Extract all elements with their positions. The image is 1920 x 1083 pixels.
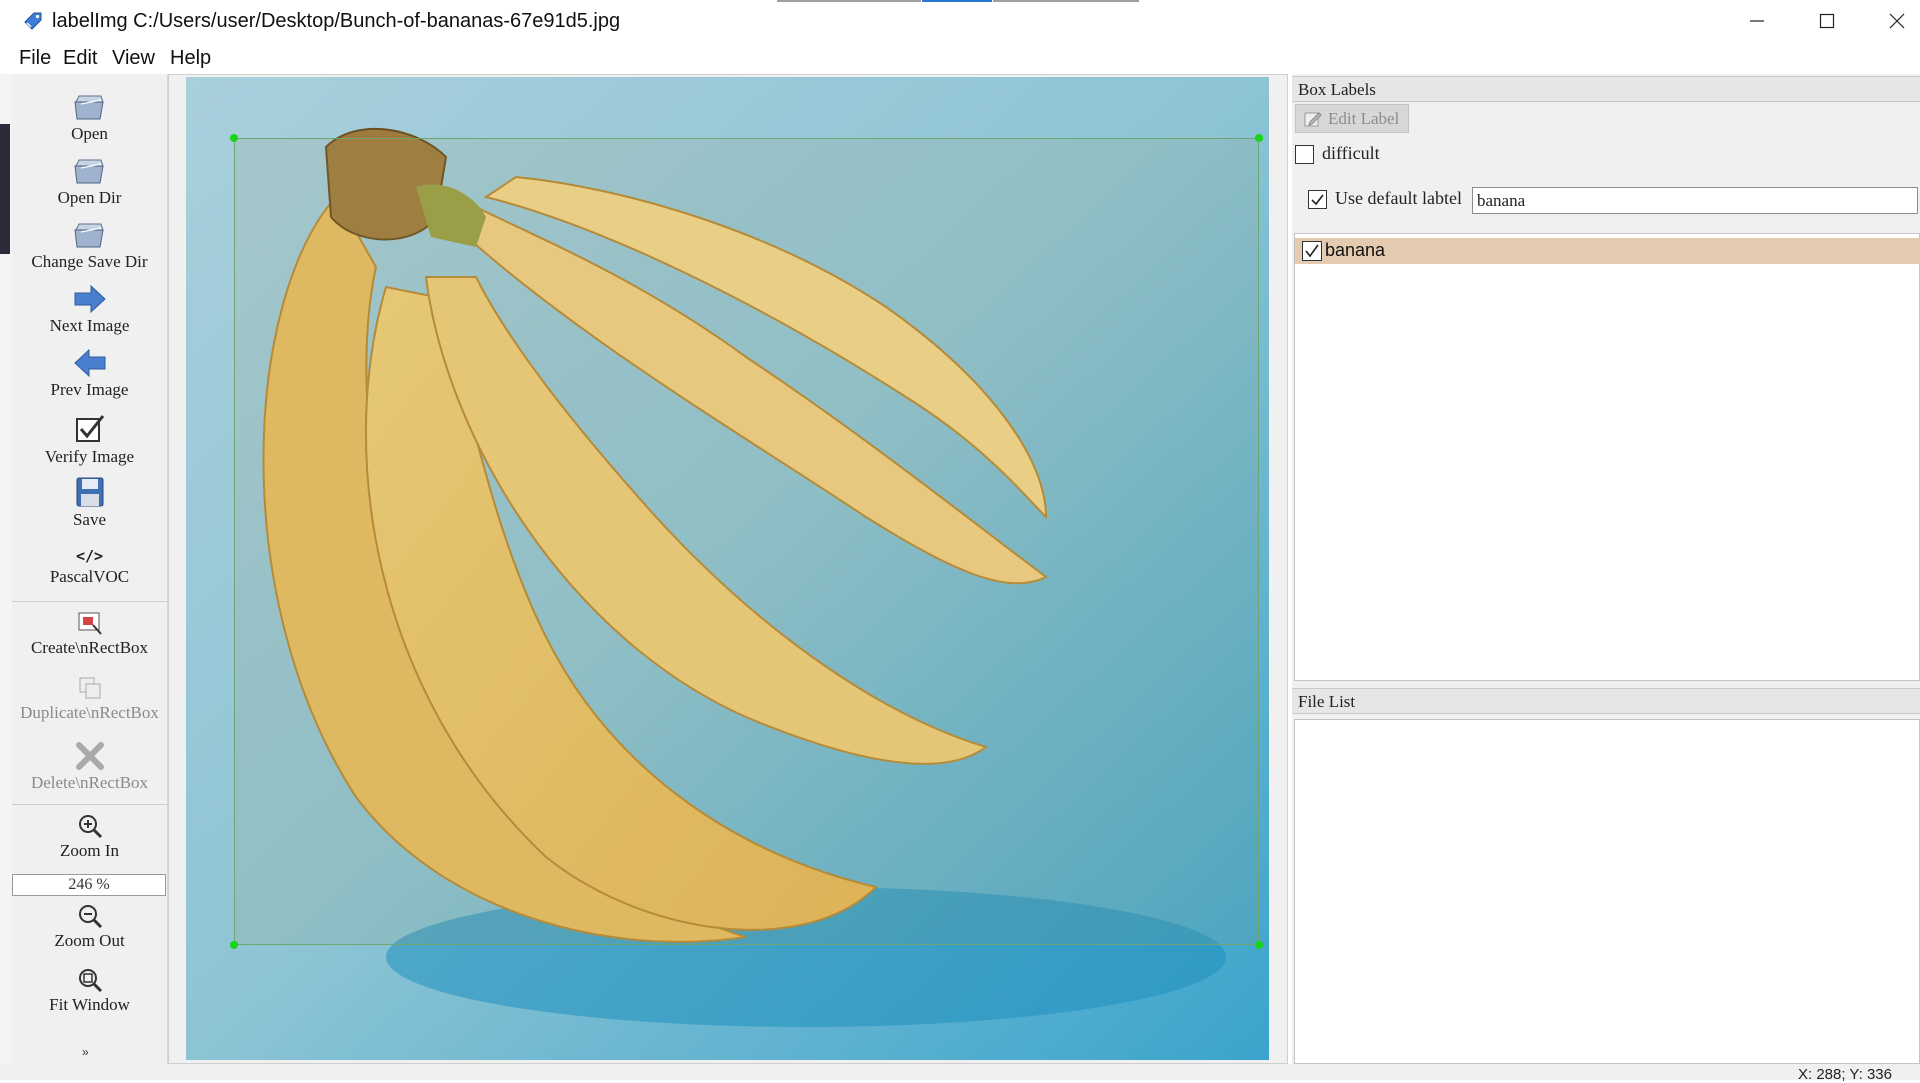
change-save-dir-label: Change Save Dir [31, 252, 148, 271]
menu-file[interactable]: File [19, 47, 51, 70]
tag-icon [24, 12, 42, 30]
bbox-handle[interactable] [230, 134, 238, 142]
fit-window-label: Fit Window [49, 995, 130, 1014]
change-save-dir-button[interactable]: Change Save Dir [12, 220, 167, 272]
zoom-out-button[interactable]: Zoom Out [12, 903, 167, 951]
next-image-button[interactable]: Next Image [12, 284, 167, 336]
floppy-disk-icon [76, 477, 103, 507]
fit-window-icon [78, 969, 102, 993]
folder-open-icon [73, 223, 104, 248]
label-list[interactable]: banana [1294, 233, 1920, 681]
minimize-icon [1750, 20, 1764, 22]
taskbar-accent-active [922, 0, 992, 2]
box-labels-header: Box Labels [1292, 76, 1920, 102]
prev-image-button[interactable]: Prev Image [12, 348, 167, 400]
duplicate-rectbox-button[interactable]: Duplicate\nRectBox [12, 675, 167, 723]
zoom-in-label: Zoom In [59, 841, 120, 860]
bbox-handle[interactable] [1255, 134, 1263, 142]
create-rectbox-label: Create\nRectBox [30, 638, 149, 657]
zoom-value-field[interactable]: 246 % [12, 874, 166, 896]
zoom-out-icon [78, 905, 102, 929]
difficult-label: difficult [1322, 143, 1380, 163]
label-item-text: banana [1325, 240, 1386, 260]
close-button[interactable] [1862, 0, 1920, 42]
open-label: Open [71, 124, 108, 143]
background-window-edge [0, 124, 10, 254]
file-list-title: File List [1298, 692, 1356, 711]
save-button[interactable]: Save [12, 476, 167, 530]
menu-help[interactable]: Help [170, 47, 211, 70]
window-title: labelImg C:/Users/user/Desktop/Bunch-of-… [52, 10, 621, 32]
toolbar-more-chevron-icon[interactable]: » [82, 1045, 89, 1059]
edit-label-text: Edit Label [1328, 109, 1400, 128]
canvas-scrollbar[interactable] [1270, 77, 1284, 1061]
open-dir-label: Open Dir [57, 188, 122, 207]
use-default-label-text: Use default labtel [1335, 188, 1462, 208]
folder-open-icon [73, 159, 104, 184]
title-bar: labelImg C:/Users/user/Desktop/Bunch-of-… [0, 0, 1920, 42]
label-item-checkbox[interactable] [1302, 241, 1322, 261]
bbox-handle[interactable] [230, 941, 238, 949]
bounding-box-banana[interactable] [230, 134, 1263, 949]
box-labels-title: Box Labels [1298, 80, 1376, 99]
bbox-handle[interactable] [1255, 941, 1263, 949]
delete-x-icon [75, 742, 104, 770]
menu-view[interactable]: View [112, 47, 155, 70]
toolbar-separator [12, 804, 167, 805]
zoom-in-icon [78, 815, 102, 839]
checkmark-icon [1305, 244, 1319, 258]
toolbar-separator [12, 601, 167, 602]
use-default-label-checkbox[interactable] [1308, 190, 1327, 209]
checkmark-icon [1311, 194, 1324, 206]
file-list[interactable] [1294, 719, 1920, 1064]
arrow-left-icon [73, 348, 105, 378]
edit-pencil-icon [1304, 112, 1322, 127]
open-dir-button[interactable]: Open Dir [12, 156, 167, 208]
maximize-icon [1819, 13, 1835, 29]
close-icon [1889, 13, 1905, 29]
create-rect-icon [78, 612, 102, 635]
cursor-coordinates: X: 288; Y: 336 [1798, 1066, 1892, 1083]
menu-edit[interactable]: Edit [63, 47, 97, 70]
duplicate-icon [79, 677, 100, 699]
zoom-out-label: Zoom Out [54, 931, 125, 950]
file-list-header: File List [1292, 688, 1920, 714]
edit-label-button[interactable]: Edit Label [1295, 104, 1409, 133]
next-image-label: Next Image [49, 316, 130, 335]
arrow-right-icon [74, 284, 106, 314]
duplicate-rectbox-label: Duplicate\nRectBox [20, 703, 159, 722]
format-label: PascalVOC [49, 567, 130, 586]
taskbar-accent [993, 0, 1139, 2]
minimize-button[interactable] [1722, 0, 1792, 42]
status-bar [0, 1064, 1920, 1080]
difficult-checkbox[interactable] [1295, 145, 1314, 164]
default-label-input[interactable] [1472, 187, 1918, 214]
format-button[interactable]: </> PascalVOC [12, 545, 167, 587]
prev-image-label: Prev Image [50, 380, 129, 399]
maximize-button[interactable] [1792, 0, 1862, 42]
code-icon: </> [75, 547, 104, 565]
create-rectbox-button[interactable]: Create\nRectBox [12, 610, 167, 658]
zoom-in-button[interactable]: Zoom In [12, 813, 167, 861]
open-button[interactable]: Open [12, 92, 167, 144]
taskbar-accent [777, 0, 921, 2]
fit-window-button[interactable]: Fit Window [12, 967, 167, 1015]
folder-open-icon [73, 95, 104, 120]
delete-rectbox-button[interactable]: Delete\nRectBox [12, 741, 167, 793]
checkbox-check-icon [75, 415, 104, 442]
save-label: Save [72, 510, 107, 529]
delete-rectbox-label: Delete\nRectBox [30, 773, 149, 792]
verify-image-button[interactable]: Verify Image [12, 413, 167, 467]
label-list-item[interactable]: banana [1295, 238, 1920, 264]
verify-image-label: Verify Image [44, 447, 135, 466]
menu-bar: File Edit View Help [0, 42, 1920, 74]
